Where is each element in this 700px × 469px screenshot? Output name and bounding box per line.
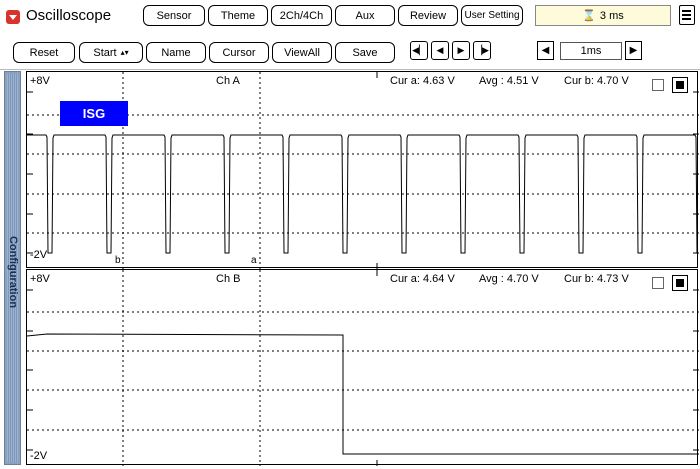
timebase-value: 3 ms <box>599 9 624 22</box>
channel-a-tag: ISG <box>60 101 128 126</box>
toolbar-top: Oscilloscope Sensor Theme 2Ch/4Ch Aux Re… <box>0 0 700 34</box>
cursor-button[interactable]: Cursor <box>209 42 269 63</box>
last-frame-icon[interactable]: ▕▶ <box>473 41 491 60</box>
hamburger-menu-icon[interactable] <box>679 5 695 25</box>
hourglass-icon: ⌛ <box>582 10 596 22</box>
save-button[interactable]: Save <box>335 42 395 63</box>
ch-a-name: Ch A <box>216 75 240 87</box>
channel-b-panel[interactable]: +8V Ch B Cur a: 4.64 V Avg : 4.70 V Cur … <box>26 269 699 466</box>
channel-a-panel[interactable]: +8V Ch A Cur a: 4.63 V Avg : 4.51 V Cur … <box>26 71 699 269</box>
view-all-button[interactable]: ViewAll <box>272 42 332 63</box>
name-button[interactable]: Name <box>146 42 206 63</box>
channels-button[interactable]: 2Ch/4Ch <box>271 5 332 26</box>
configuration-tab[interactable]: Configuration <box>4 71 21 465</box>
review-button[interactable]: Review <box>398 5 458 26</box>
ch-b-cursor-a: Cur a: 4.64 V <box>390 273 455 285</box>
step-value: 1ms <box>560 42 622 60</box>
ch-a-bottom-scale: -2V <box>30 249 48 261</box>
step-decrease-icon[interactable]: ◀ <box>537 41 554 60</box>
first-frame-icon[interactable]: ◀▏ <box>410 41 428 60</box>
configuration-label: Configuration <box>7 235 20 309</box>
ch-b-toggle[interactable] <box>672 275 688 291</box>
channel-b-trace <box>27 333 699 455</box>
ch-a-cursor-b: Cur b: 4.70 V <box>564 75 629 87</box>
ch-b-name: Ch B <box>216 273 241 285</box>
previous-frame-icon[interactable]: ◀ <box>431 41 449 60</box>
ch-b-cursor-b: Cur b: 4.73 V <box>564 273 629 285</box>
ch-a-top-scale: +8V <box>30 75 50 87</box>
channel-b-plot <box>27 270 699 466</box>
sensor-button[interactable]: Sensor <box>143 5 205 26</box>
ch-a-cursor-a: Cur a: 4.63 V <box>390 75 455 87</box>
timebase-display: ⌛ 3 ms <box>535 5 671 26</box>
ch-a-toggle[interactable] <box>672 77 688 93</box>
ch-b-average: Avg : 4.70 V <box>479 273 539 285</box>
cursor-b-marker[interactable]: b <box>115 255 121 266</box>
start-button[interactable]: Start ▴▾ <box>79 42 143 63</box>
next-frame-icon[interactable]: ▶ <box>452 41 470 60</box>
ch-b-checkbox[interactable] <box>652 277 664 289</box>
ch-a-checkbox[interactable] <box>652 79 664 91</box>
step-increase-icon[interactable]: ▶ <box>625 41 642 60</box>
ch-b-top-scale: +8V <box>30 273 50 285</box>
ch-b-bottom-scale: -2V <box>30 450 48 462</box>
theme-button[interactable]: Theme <box>208 5 268 26</box>
aux-button[interactable]: Aux <box>335 5 395 26</box>
app-menu-icon[interactable] <box>6 10 20 24</box>
app-title: Oscilloscope <box>26 7 112 24</box>
user-setting-button[interactable]: User Setting <box>461 5 523 26</box>
start-arrow-icon: ▴▾ <box>120 48 129 57</box>
cursor-a-marker[interactable]: a <box>251 255 257 266</box>
toolbar-controls: Reset Start ▴▾ Name Cursor ViewAll Save … <box>0 34 700 70</box>
start-label: Start <box>93 46 117 59</box>
reset-button[interactable]: Reset <box>13 42 75 63</box>
ch-a-average: Avg : 4.51 V <box>479 75 539 87</box>
